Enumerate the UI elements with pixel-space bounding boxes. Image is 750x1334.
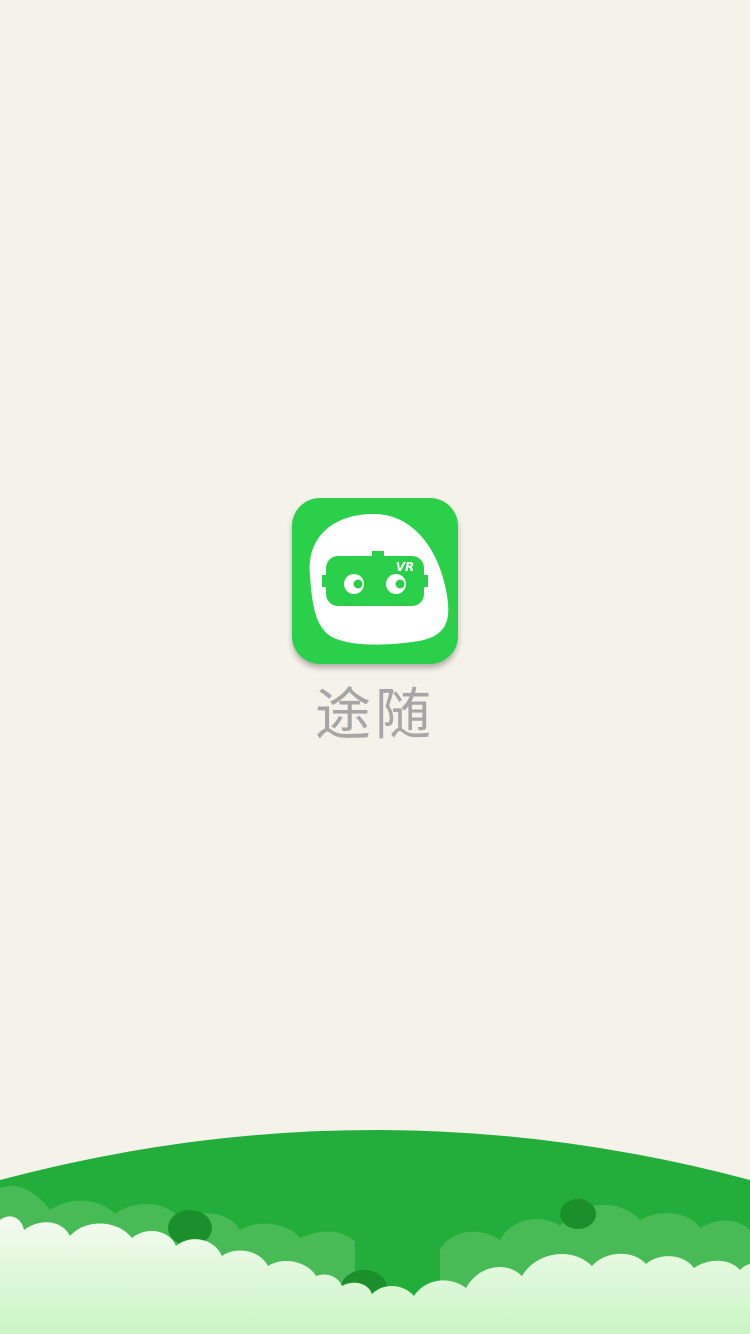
app-name-title: 途随 — [315, 683, 435, 748]
vr-headset-mascot-icon: VR — [309, 514, 449, 645]
splash-screen: VR 途随 — [0, 0, 750, 1334]
green-hill-clouds-decoration — [0, 1100, 750, 1334]
vr-badge-text: VR — [396, 560, 415, 574]
app-logo-icon: VR — [292, 498, 458, 664]
